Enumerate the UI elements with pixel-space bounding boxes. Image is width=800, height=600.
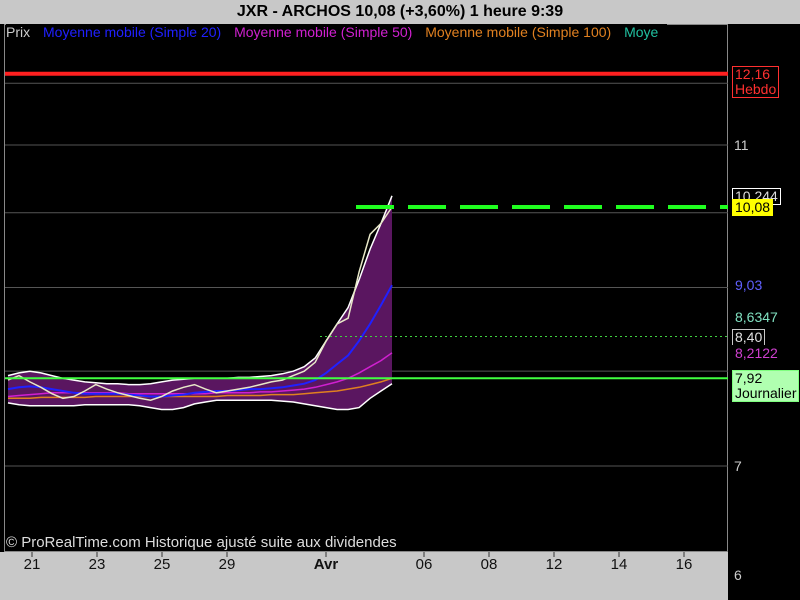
x-tick-label: 14	[610, 556, 628, 573]
x-tick-label: 06	[415, 556, 433, 573]
price-chart	[5, 71, 728, 557]
price-tag: 8,2122	[732, 344, 781, 362]
legend-item-sma20: Moyenne mobile (Simple 20)	[43, 24, 222, 40]
price-tag: 8,6347	[732, 308, 781, 326]
y-tick-label: 6	[734, 567, 742, 584]
price-tag-value: 9,03	[735, 277, 763, 294]
x-tick-label: Avr	[313, 556, 339, 573]
price-tag: 10,08	[732, 199, 774, 217]
price-tag: 8,40	[732, 328, 766, 346]
y-tick-label: 11	[734, 137, 749, 153]
price-tag-value: 7,92	[735, 370, 763, 387]
y-tick-label: 7	[734, 458, 742, 474]
x-tick-label: 16	[675, 556, 693, 573]
x-tick-label: 29	[218, 556, 236, 573]
legend-item-sma100: Moyenne mobile (Simple 100)	[425, 24, 612, 40]
price-tag: 9,03	[732, 277, 766, 295]
price-tag-period: Hebdo	[735, 80, 777, 97]
price-tag: 12,16 Hebdo	[732, 65, 780, 98]
price-tag-period: Journalier	[735, 385, 797, 402]
x-tick-label: 23	[88, 556, 106, 573]
price-tag: 7,92 Journalier	[732, 370, 800, 403]
price-tag-value: 8,6347	[735, 308, 778, 325]
legend-item-more: Moye	[624, 24, 659, 40]
price-tag-value: 8,2122	[735, 344, 778, 361]
x-tick-label: 12	[545, 556, 563, 573]
price-tag-value: 10,08	[735, 199, 771, 216]
x-tick-label: 21	[23, 556, 41, 573]
price-tag-value: 12,16	[735, 65, 771, 82]
copyright-note: © ProRealTime.com Historique ajusté suit…	[6, 534, 397, 551]
x-tick-label: 08	[480, 556, 498, 573]
legend-item-sma50: Moyenne mobile (Simple 50)	[234, 24, 413, 40]
price-tag-value: 8,40	[735, 328, 763, 345]
legend-item-prix: Prix	[6, 24, 31, 40]
chart-legend: Prix Moyenne mobile (Simple 20) Moyenne …	[6, 24, 668, 40]
x-tick-label: 25	[153, 556, 171, 573]
